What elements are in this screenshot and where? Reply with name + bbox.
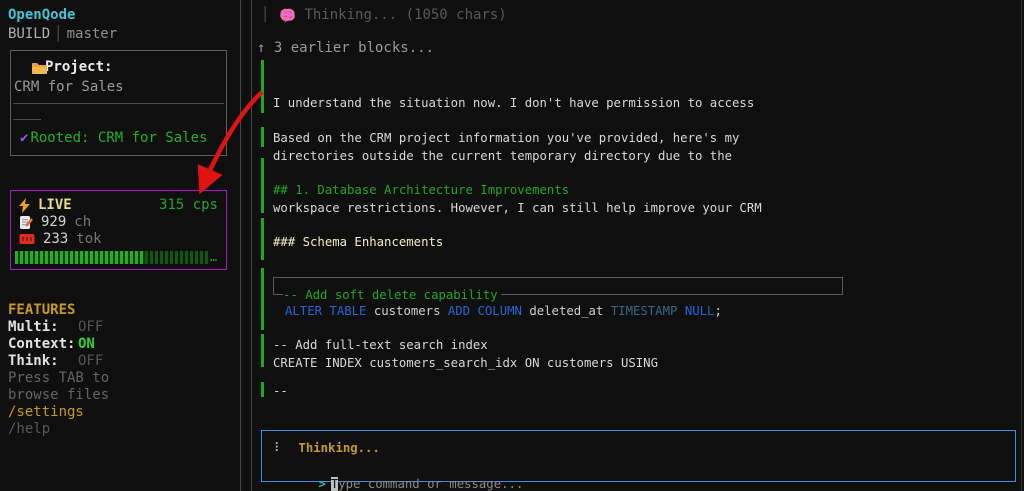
sql-comment: -- Add full-text search index <box>273 337 488 355</box>
settings-command[interactable]: /settings <box>8 404 109 421</box>
chars-row: 929 ch <box>19 214 218 230</box>
project-title-row: Project: <box>21 59 112 76</box>
spinner-icon: ⠇ <box>274 441 283 455</box>
help-command[interactable]: /help <box>8 421 109 438</box>
earlier-blocks-indicator[interactable]: ↑ 3 earlier blocks... <box>257 40 434 57</box>
feature-row-think: Think:OFF <box>8 353 109 370</box>
input-status-row: ⠇ Thinking... <box>274 440 380 458</box>
project-divider-short <box>13 119 41 120</box>
block-gutter-bar <box>261 382 264 397</box>
paragraph-line: I understand the situation now. I don't … <box>273 95 762 113</box>
project-name: CRM for Sales <box>14 79 124 96</box>
sql-code-block: -- Add soft delete capability <box>273 277 843 295</box>
feature-label: Think: <box>8 353 78 370</box>
live-label: LIVE <box>38 197 72 214</box>
feature-label: Context: <box>8 336 78 353</box>
sql-identifier: customers <box>366 304 447 318</box>
sidebar-divider <box>240 0 241 491</box>
sql-comment-title: -- Add soft delete capability <box>283 287 501 305</box>
sql-keyword: NULL <box>685 304 715 318</box>
thinking-header-label: Thinking... (1050 chars) <box>304 7 506 24</box>
progress-bar-filled <box>15 251 145 264</box>
progress-ellipsis: … <box>210 251 217 264</box>
assistant-paragraph: Based on the CRM project information you… <box>273 130 739 148</box>
feature-row-multi: Multi:OFF <box>8 319 109 336</box>
sql-type: TIMESTAMP <box>611 304 678 318</box>
features-section: FEATURES Multi:OFF Context:ON Think:OFF … <box>8 302 109 438</box>
sql-identifier: deleted_at <box>522 304 611 318</box>
prompt-chevron: > <box>318 477 325 491</box>
block-gutter-bar <box>261 127 264 147</box>
build-branch-row: BUILD│master <box>8 26 117 43</box>
folder-icon <box>31 62 48 75</box>
block-gutter-bar <box>261 158 264 213</box>
main-panel-border <box>251 0 252 491</box>
assistant-paragraph: I understand the situation now. I don't … <box>273 60 762 253</box>
paragraph-line: directories outside the current temporar… <box>273 148 762 166</box>
block-gutter-bar <box>261 60 264 113</box>
git-branch-label: master <box>67 26 118 42</box>
tokens-unit: tok <box>76 231 101 248</box>
paragraph-line: workspace restrictions. However, I can s… <box>273 200 762 218</box>
markdown-heading-h2: ## 1. Database Architecture Improvements <box>273 182 569 200</box>
sql-keyword: ADD COLUMN <box>448 304 522 318</box>
feature-label: Multi: <box>8 319 78 336</box>
chars-value: 929 <box>41 214 66 231</box>
sql-space <box>677 304 684 318</box>
divider-glyph: │ <box>50 26 66 42</box>
ticket-icon <box>19 233 35 245</box>
tab-hint-line1: Press TAB to <box>8 370 109 387</box>
feature-row-context: Context:ON <box>8 336 109 353</box>
gutter-glyph: │ <box>261 7 269 24</box>
live-stats-panel: LIVE 315 cps 929 ch 233 tok <box>10 190 227 270</box>
tokens-row: 233 tok <box>19 231 218 247</box>
markdown-heading-h3: ### Schema Enhancements <box>273 234 443 252</box>
feature-value: ON <box>78 336 95 352</box>
tokens-value: 233 <box>43 231 68 248</box>
memo-icon <box>19 215 33 230</box>
bolt-icon <box>19 198 30 213</box>
command-input-box[interactable]: ⠇ Thinking... >Type command or message..… <box>261 430 1016 482</box>
continuation-dash: -- <box>273 383 288 401</box>
project-divider <box>13 103 224 104</box>
features-title: FEATURES <box>8 302 109 319</box>
live-row: LIVE 315 cps <box>19 197 218 213</box>
sql-keyword: ALTER TABLE <box>285 304 366 318</box>
block-gutter-bar <box>261 218 264 260</box>
sql-statement: ALTER TABLE customers ADD COLUMN deleted… <box>285 303 722 321</box>
project-panel: Project: CRM for Sales ✔Rooted: CRM for … <box>10 50 227 156</box>
rooted-label: Rooted: CRM for Sales <box>30 130 207 146</box>
brain-icon <box>279 8 296 23</box>
progress-bar-remaining <box>145 251 210 264</box>
input-prompt-row[interactable]: >Type command or message... <box>274 458 523 491</box>
feature-value: OFF <box>78 319 103 335</box>
sql-punctuation: ; <box>714 304 721 318</box>
tab-hint-line2: browse files <box>8 387 109 404</box>
feature-value: OFF <box>78 353 103 369</box>
input-placeholder: ype command or message... <box>338 477 523 491</box>
app-title: OpenQode <box>8 7 75 24</box>
chars-unit: ch <box>74 214 91 231</box>
block-gutter-bar <box>261 268 264 330</box>
cps-value: 315 cps <box>159 197 218 214</box>
block-gutter-bar <box>261 334 264 367</box>
progress-bar: … <box>15 250 217 264</box>
check-icon: ✔ <box>20 130 28 146</box>
window-right-edge <box>1021 0 1022 491</box>
sql-statement: CREATE INDEX customers_search_idx ON cus… <box>273 355 658 373</box>
project-title: Project: <box>45 59 112 75</box>
thinking-header: │ Thinking... (1050 chars) <box>261 7 507 24</box>
thinking-status-label: Thinking... <box>298 441 379 455</box>
rooted-status: ✔Rooted: CRM for Sales <box>20 130 207 147</box>
mode-label: BUILD <box>8 26 50 42</box>
